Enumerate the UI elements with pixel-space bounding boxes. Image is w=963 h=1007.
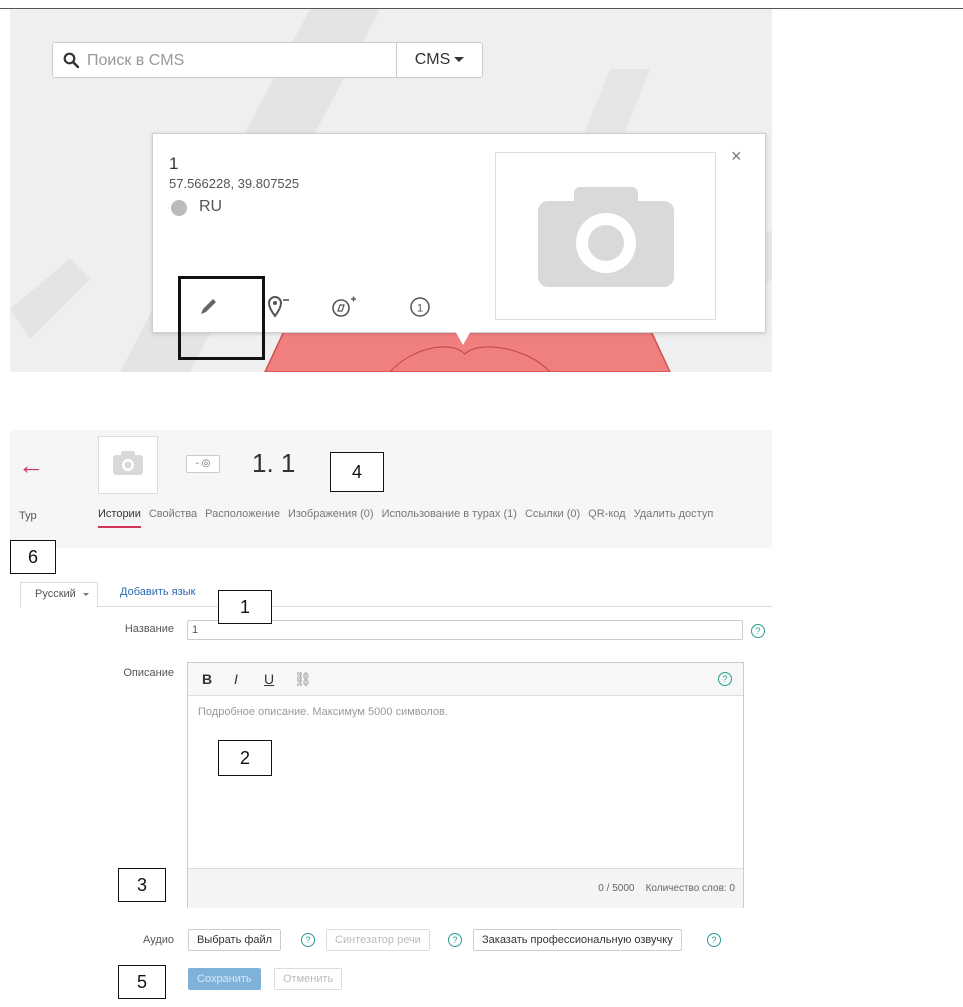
bold-button[interactable]: B — [202, 671, 212, 687]
underline-button[interactable]: U — [264, 671, 274, 687]
choose-file-button[interactable]: Выбрать файл — [188, 929, 282, 951]
tab-tour-usage[interactable]: Использование в турах (1) — [382, 508, 517, 528]
popup-coordinates: 57.566228, 39.807525 — [169, 176, 300, 191]
italic-button[interactable]: I — [234, 671, 238, 687]
tab-qr-code[interactable]: QR-код — [588, 508, 625, 528]
camera-icon — [538, 187, 674, 287]
info-number-icon[interactable]: 1 — [407, 294, 433, 320]
word-count: Количество слов: 0 — [645, 883, 735, 894]
description-label: Описание — [123, 667, 174, 679]
back-arrow-icon[interactable]: ← — [18, 450, 44, 481]
popup-pointer — [454, 329, 472, 345]
cms-button-label: CMS — [414, 51, 451, 68]
help-icon[interactable]: ? — [751, 624, 765, 638]
compass-add-icon[interactable] — [331, 294, 357, 320]
cancel-button[interactable]: Отменить — [274, 968, 343, 990]
help-icon[interactable]: ? — [448, 933, 462, 947]
help-icon[interactable]: ? — [301, 933, 315, 947]
editor-toolbar: B I U ⛓ ? — [188, 663, 743, 696]
editor-header: ← Тур - ◎ 1. 1 Истории Свойства Располож… — [10, 430, 772, 548]
callout-1: 1 — [218, 590, 272, 624]
help-icon[interactable]: ? — [707, 933, 721, 947]
search-input[interactable] — [85, 48, 389, 74]
tab-stories[interactable]: Истории — [98, 508, 141, 528]
counters: 0 / 5000 Количество слов: 0 — [598, 883, 735, 894]
language-tab-russian[interactable]: Русский — [20, 582, 98, 608]
search-field[interactable] — [52, 42, 397, 78]
map-view[interactable]: CMS 1 57.566228, 39.807525 RU × — [10, 9, 772, 372]
language-tab-label: Русский — [35, 588, 76, 600]
globe-icon — [171, 200, 187, 216]
story-title: 1. 1 — [252, 448, 296, 478]
callout-6: 6 — [10, 540, 56, 574]
callout-5: 5 — [118, 965, 166, 999]
caret-down-icon — [82, 592, 89, 596]
description-textarea[interactable]: Подробное описание. Максимум 5000 символ… — [188, 696, 743, 866]
tab-links[interactable]: Ссылки (0) — [525, 508, 580, 528]
tab-bar: Истории Свойства Расположение Изображени… — [98, 508, 772, 534]
tour-label[interactable]: Тур — [19, 510, 37, 522]
callout-2: 2 — [218, 740, 272, 776]
tab-images[interactable]: Изображения (0) — [288, 508, 374, 528]
help-icon[interactable]: ? — [718, 672, 732, 686]
tab-location[interactable]: Расположение — [205, 508, 280, 528]
order-voiceover-button[interactable]: Заказать профессиональную озвучку — [473, 929, 682, 951]
add-language-link[interactable]: Добавить язык — [120, 586, 195, 598]
tab-properties[interactable]: Свойства — [149, 508, 197, 528]
info-number-label: 1 — [417, 303, 423, 315]
photo-placeholder[interactable] — [495, 152, 716, 320]
story-editor: ← Тур - ◎ 1. 1 Истории Свойства Располож… — [10, 430, 772, 1007]
callout-4: 4 — [330, 452, 384, 492]
char-count: 0 / 5000 — [598, 883, 635, 894]
cms-dropdown-button[interactable]: CMS — [396, 42, 483, 78]
speech-synth-button[interactable]: Синтезатор речи — [326, 929, 430, 951]
audio-label: Аудио — [142, 934, 174, 946]
close-icon[interactable]: × — [731, 146, 742, 167]
popup-title: 1 — [169, 154, 179, 173]
popup-language: RU — [199, 198, 223, 215]
callout-3: 3 — [118, 868, 166, 902]
caret-down-icon — [454, 57, 465, 63]
pencil-highlight-frame — [178, 276, 265, 360]
name-label: Название — [124, 623, 174, 635]
tab-remove-access[interactable]: Удалить доступ — [634, 508, 714, 528]
editor-status-bar: 0 / 5000 Количество слов: 0 — [188, 868, 743, 908]
link-icon[interactable]: ⛓ — [294, 671, 312, 688]
language-selector-mini[interactable]: - ◎ — [186, 455, 220, 473]
cms-search-group: CMS — [52, 42, 483, 78]
camera-icon — [113, 451, 143, 475]
story-thumbnail[interactable] — [98, 436, 158, 494]
save-button[interactable]: Сохранить — [188, 968, 261, 990]
location-remove-icon[interactable] — [265, 294, 291, 320]
description-editor: B I U ⛓ ? Подробное описание. Максимум 5… — [187, 662, 744, 908]
search-icon — [63, 52, 79, 68]
language-tabs: Русский Добавить язык — [20, 582, 772, 608]
